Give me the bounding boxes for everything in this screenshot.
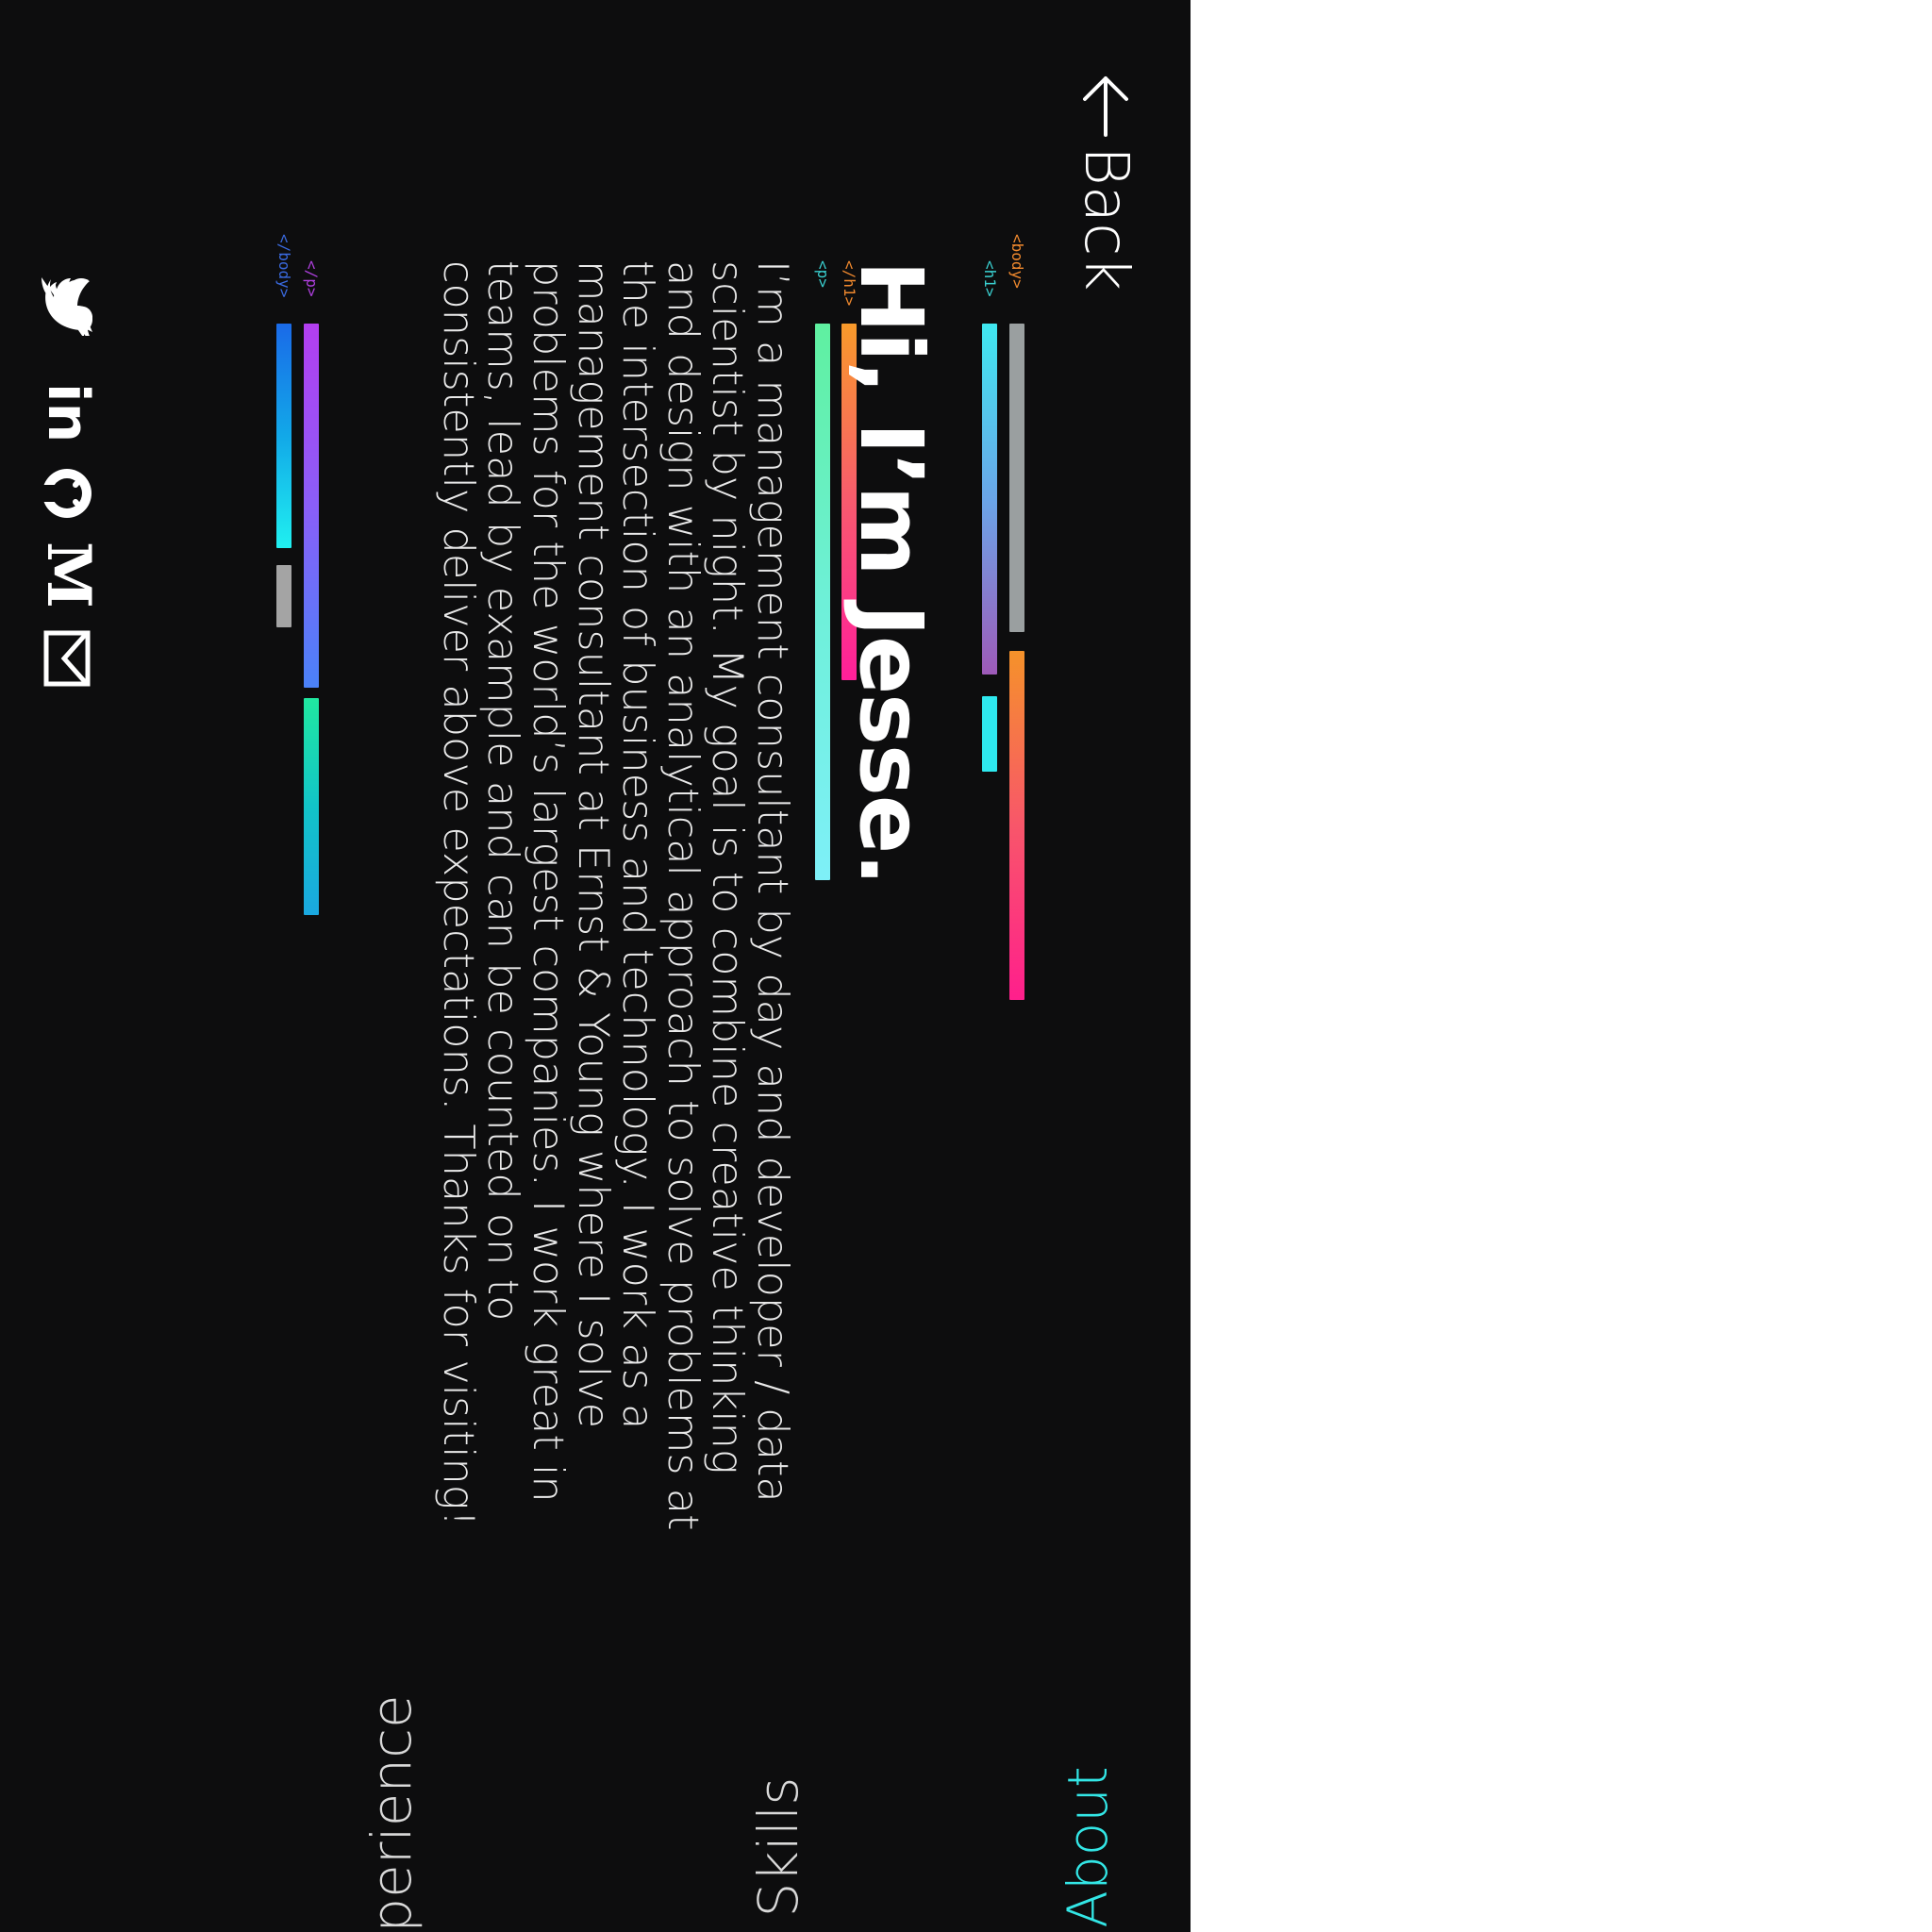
nav-about-label: About (1056, 1766, 1120, 1928)
rotated-page: Back <body> <h1> </h1> <p> </p> </body> … (0, 0, 1191, 1932)
code-line-bar (1009, 651, 1024, 1000)
nav-experience-label: Experience (359, 1694, 424, 1932)
nav-skills-label: Skills (746, 1776, 810, 1918)
tag-h1-open: <h1> (981, 260, 999, 297)
email-icon[interactable] (43, 630, 91, 687)
medium-icon[interactable]: M (33, 541, 104, 608)
back-link[interactable]: Back (1071, 71, 1141, 291)
linkedin-icon[interactable]: in (35, 383, 101, 442)
page-canvas: Back <body> <h1> </h1> <p> </p> </body> … (0, 0, 1191, 1932)
code-line-bar (1009, 324, 1024, 632)
back-label: Back (1071, 146, 1141, 291)
code-line-bar (304, 698, 319, 915)
tag-p-open: <p> (814, 260, 832, 288)
social-links: in M (32, 277, 104, 692)
github-icon[interactable] (40, 466, 94, 521)
page-title: Hi, I’m Jesse. (841, 260, 941, 886)
tag-body-close: </body> (275, 234, 293, 298)
code-line-bar (304, 324, 319, 688)
code-line-bar (815, 324, 830, 880)
code-line-bar (982, 696, 997, 772)
intro-paragraph: I’m a management consultant by day and d… (433, 260, 797, 1531)
code-line-bar (276, 324, 291, 548)
tag-body-open: <body> (1008, 234, 1026, 289)
code-line-bar (276, 565, 291, 627)
tag-p-close: </p> (303, 260, 321, 297)
code-line-bar (982, 324, 997, 675)
twitter-icon[interactable] (42, 277, 92, 336)
arrow-left-icon (1083, 76, 1128, 137)
